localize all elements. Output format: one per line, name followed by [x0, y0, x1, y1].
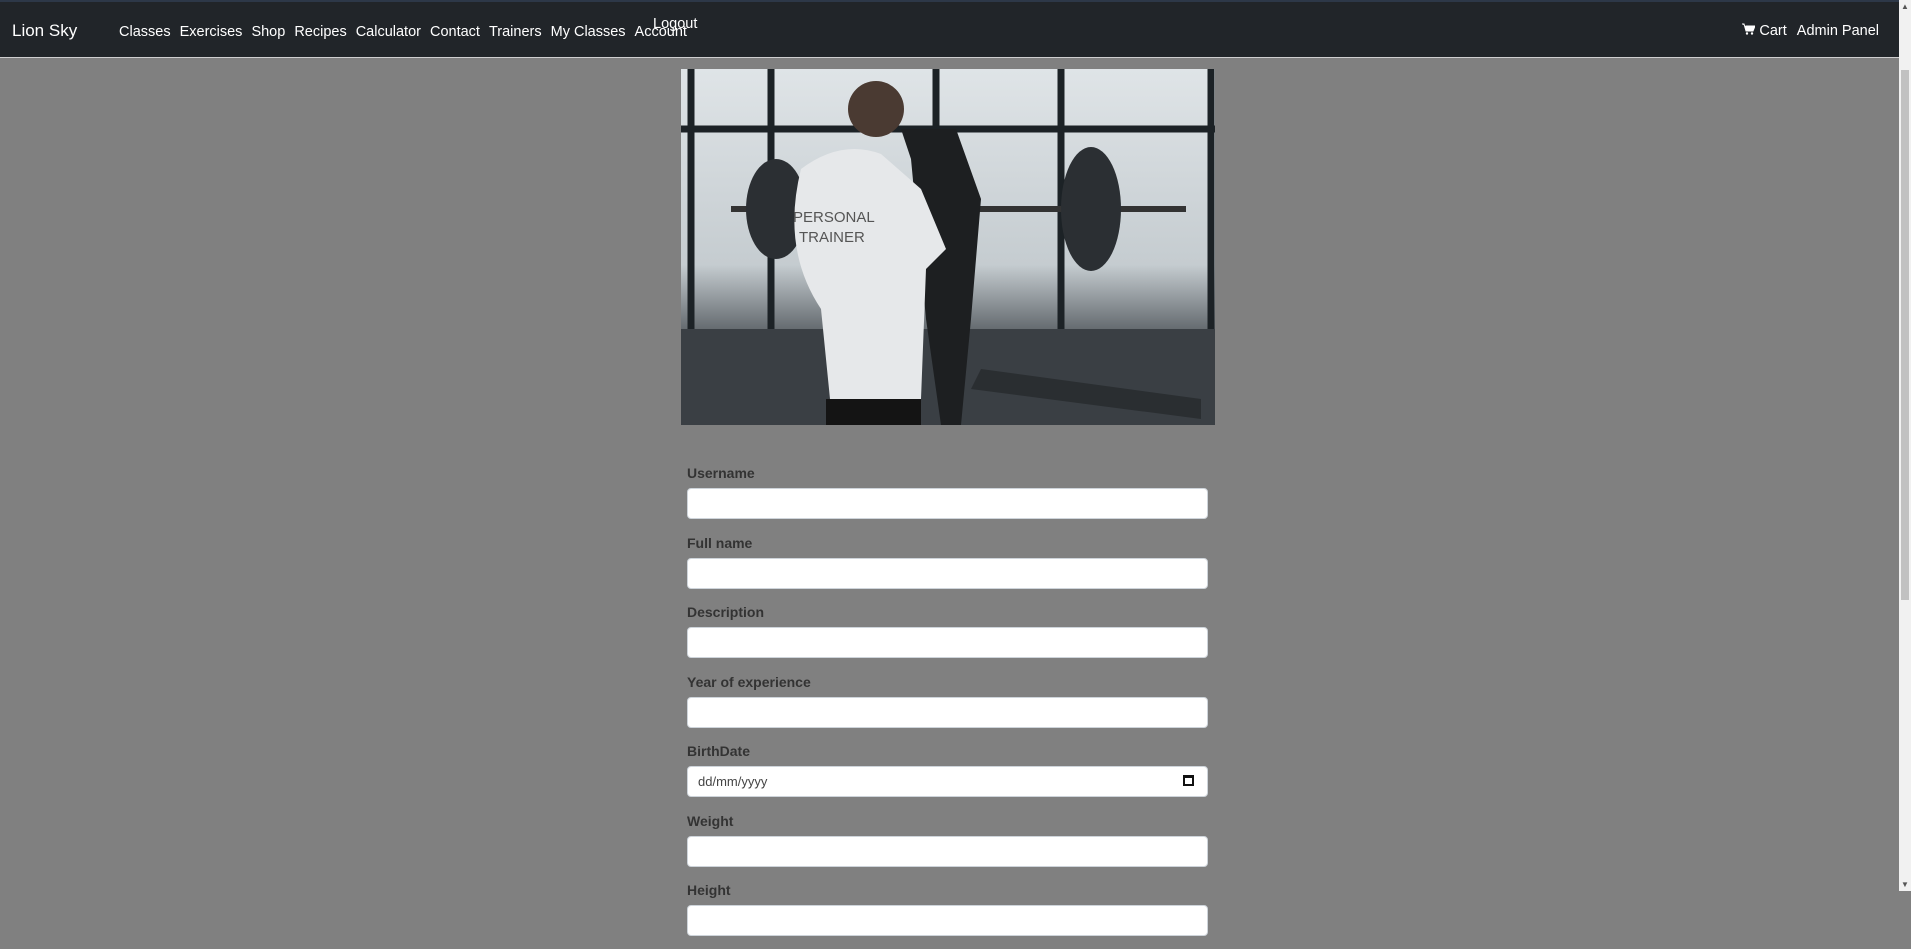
- calendar-icon[interactable]: [1183, 775, 1194, 786]
- nav-exercises[interactable]: Exercises: [180, 24, 243, 40]
- fullname-input[interactable]: [687, 557, 1208, 589]
- nav-logout[interactable]: Logout: [653, 16, 697, 32]
- shopping-cart-icon: [1742, 23, 1757, 35]
- height-label: Height: [687, 882, 731, 898]
- scroll-up-icon[interactable]: ▲: [1901, 2, 1909, 11]
- birthdate-field-group: BirthDate dd/mm/yyyy: [687, 740, 1208, 810]
- description-label: Description: [687, 604, 765, 620]
- navbar: Lion Sky Classes Exercises Shop Recipes …: [0, 0, 1899, 58]
- scrollbar-thumb[interactable]: [1901, 70, 1909, 600]
- scrollbar[interactable]: ▲ ▼: [1899, 0, 1911, 891]
- nav-right: Cart Admin Panel: [1742, 23, 1879, 39]
- weight-label: Weight: [687, 812, 734, 829]
- hero-image: PERSONAL TRAINER: [681, 69, 1215, 425]
- username-input[interactable]: [687, 488, 1208, 519]
- experience-field-group: Year of experience: [687, 671, 1208, 741]
- height-field-group: Height: [687, 879, 1208, 949]
- weight-field-group: Weight: [687, 810, 1208, 880]
- fullname-field-group: Full name: [687, 532, 1208, 602]
- admin-panel-link[interactable]: Admin Panel: [1797, 23, 1879, 39]
- nav-classes[interactable]: Classes: [119, 24, 171, 40]
- brand-link[interactable]: Lion Sky: [12, 21, 77, 41]
- height-input[interactable]: [687, 905, 1208, 936]
- nav-contact[interactable]: Contact: [430, 24, 480, 40]
- birthdate-label: BirthDate: [687, 743, 751, 759]
- shirt-text: PERSONAL: [793, 209, 875, 226]
- trainer-form: Username Full name Description Year of e…: [687, 462, 1208, 949]
- username-field-group: Username: [687, 462, 1208, 532]
- experience-label: Year of experience: [687, 673, 811, 690]
- description-field-group: Description: [687, 601, 1208, 671]
- nav-calculator[interactable]: Calculator: [356, 24, 421, 40]
- scroll-down-icon[interactable]: ▼: [1901, 880, 1909, 889]
- experience-input[interactable]: [687, 696, 1208, 728]
- weight-input[interactable]: [687, 835, 1208, 867]
- birthdate-placeholder: dd/mm/yyyy: [698, 774, 768, 789]
- nav-my-classes[interactable]: My Classes: [551, 24, 626, 40]
- nav-trainers[interactable]: Trainers: [489, 24, 542, 40]
- nav-shop[interactable]: Shop: [251, 24, 285, 40]
- fullname-label: Full name: [687, 534, 753, 551]
- shirt-text-2: TRAINER: [799, 229, 865, 246]
- cart-label: Cart: [1759, 23, 1787, 39]
- nav-recipes[interactable]: Recipes: [294, 24, 346, 40]
- description-input[interactable]: [687, 627, 1208, 658]
- nav-links: Classes Exercises Shop Recipes Calculato…: [119, 24, 687, 40]
- trainer-photo: PERSONAL TRAINER: [681, 69, 1215, 425]
- birthdate-input[interactable]: dd/mm/yyyy: [687, 766, 1208, 797]
- username-label: Username: [687, 465, 755, 481]
- cart-link[interactable]: Cart: [1742, 23, 1787, 39]
